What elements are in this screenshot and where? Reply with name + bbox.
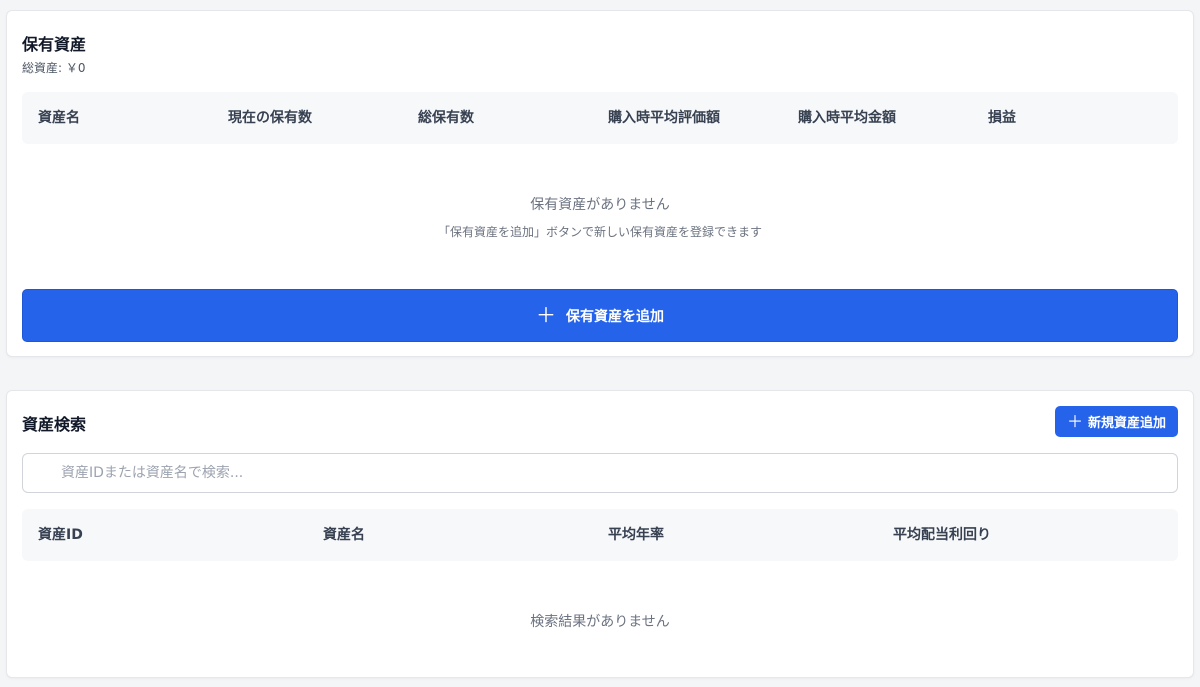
add-holding-label: 保有資産を追加	[566, 307, 664, 324]
column-avg-purchase-valuation: 購入時平均評価額	[608, 110, 720, 126]
column-asset-name: 資産名	[323, 527, 365, 543]
column-asset-name: 資産名	[38, 110, 80, 126]
plus-icon: ＋	[536, 304, 556, 327]
column-profit-loss: 損益	[988, 110, 1016, 126]
column-avg-dividend-yield: 平均配当利回り	[893, 527, 991, 543]
column-avg-annual-rate: 平均年率	[608, 527, 664, 543]
column-total-quantity: 総保有数	[418, 110, 474, 126]
holdings-card: 保有資産 総資産: ￥0 資産名 現在の保有数 総保有数 購入時平均評価額 購入…	[6, 10, 1194, 357]
holdings-empty-message: 保有資産がありません	[530, 197, 670, 213]
column-asset-id: 資産ID	[38, 527, 83, 543]
column-avg-purchase-amount: 購入時平均金額	[798, 110, 896, 126]
column-current-quantity: 現在の保有数	[228, 110, 312, 126]
search-box	[22, 453, 1178, 493]
search-input[interactable]	[61, 454, 1161, 492]
asset-search-card: 資産検索 ＋ 新規資産追加 資産ID 資産名 平均年率 平均配当利回り 検索結果…	[6, 390, 1194, 678]
holdings-table-header: 資産名 現在の保有数 総保有数 購入時平均評価額 購入時平均金額 損益	[22, 92, 1178, 144]
search-empty-message: 検索結果がありません	[530, 614, 670, 630]
new-asset-label: 新規資産追加	[1087, 416, 1166, 431]
new-asset-button[interactable]: ＋ 新規資産追加	[1054, 406, 1178, 437]
search-table-header: 資産ID 資産名 平均年率 平均配当利回り	[22, 509, 1178, 561]
total-assets: 総資産: ￥0	[22, 61, 86, 75]
search-title: 資産検索	[22, 415, 87, 434]
add-holding-button[interactable]: ＋ 保有資産を追加	[22, 289, 1178, 342]
holdings-empty-hint: 「保有資産を追加」ボタンで新しい保有資産を登録できます	[437, 225, 762, 239]
plus-icon: ＋	[1066, 411, 1083, 431]
holdings-title: 保有資産	[22, 35, 87, 54]
